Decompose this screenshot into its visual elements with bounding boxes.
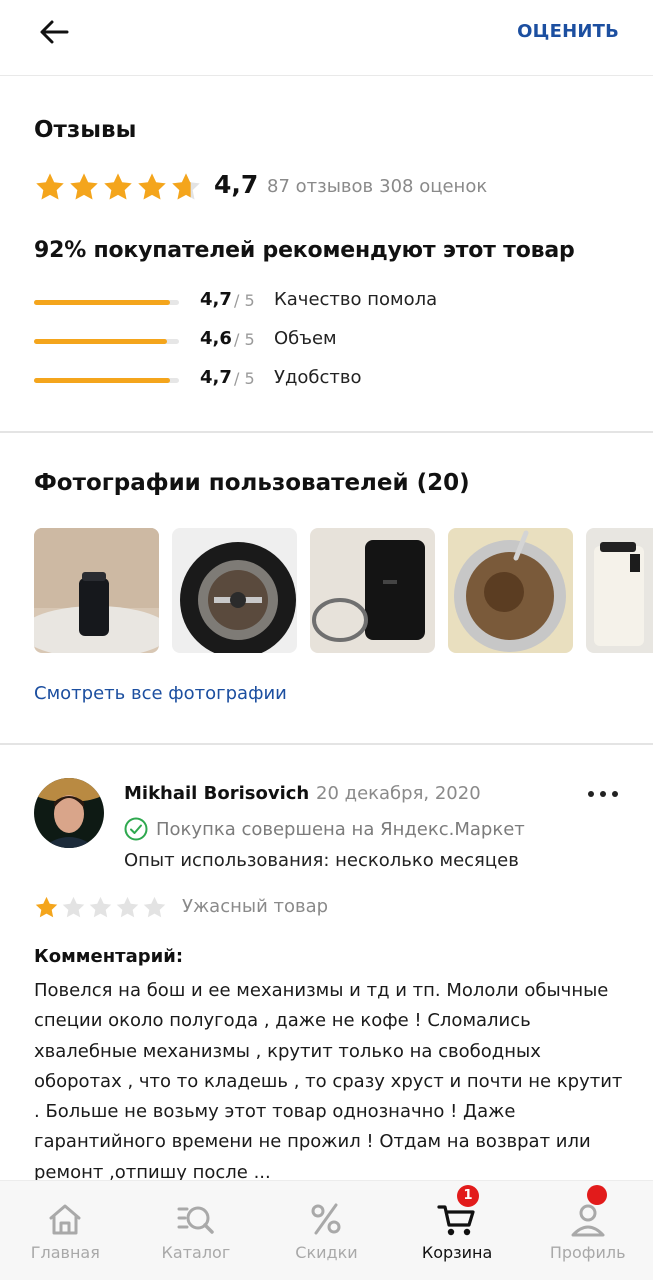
- criterion-bar-fill: [34, 378, 171, 383]
- criterion-max: / 5: [234, 330, 255, 349]
- usage-experience: Опыт использования: несколько месяцев: [124, 850, 519, 871]
- review-stars: [34, 895, 167, 920]
- tab-cart[interactable]: 1 Корзина: [392, 1181, 523, 1280]
- photos-title: Фотографии пользователей (20): [34, 470, 470, 496]
- user-photo[interactable]: [448, 528, 573, 653]
- tab-label: Профиль: [549, 1243, 626, 1262]
- reviews-count[interactable]: 87 отзывов: [267, 176, 373, 197]
- star-empty-icon: [89, 896, 112, 918]
- home-icon: [49, 1204, 81, 1235]
- avatar[interactable]: [34, 778, 104, 848]
- star-full-icon: [138, 173, 166, 200]
- more-dots-icon: [588, 791, 618, 797]
- criterion-bar: [34, 339, 179, 344]
- review-date: 20 декабря, 2020: [316, 783, 481, 804]
- tab-catalog[interactable]: Каталог: [131, 1181, 262, 1280]
- star-full-icon: [36, 173, 64, 200]
- criterion-row: 4,7 / 5 Качество помола: [34, 289, 634, 315]
- catalog-search-icon: [177, 1206, 214, 1234]
- star-partial-icon: [172, 173, 200, 200]
- criterion-label: Качество помола: [274, 289, 438, 310]
- criterion-row: 4,7 / 5 Удобство: [34, 367, 634, 393]
- tab-label: Главная: [30, 1243, 100, 1262]
- see-all-photos-link[interactable]: Смотреть все фотографии: [34, 683, 287, 704]
- criterion-score: 4,7: [200, 289, 232, 310]
- user-photo[interactable]: [586, 528, 653, 653]
- star-full-icon: [70, 173, 98, 200]
- profile-icon: [571, 1204, 605, 1237]
- rating-meta: 87 отзывов 308 оценок: [267, 176, 487, 197]
- star-empty-icon: [116, 896, 139, 918]
- tab-discounts[interactable]: Скидки: [261, 1181, 392, 1280]
- comment-text[interactable]: Повелся на бош и ее механизмы и тд и тп.…: [34, 976, 624, 1188]
- tab-home[interactable]: Главная: [0, 1181, 131, 1280]
- ratings-count: 308 оценок: [379, 176, 488, 197]
- recommend-text: 92% покупателей рекомендуют этот товар: [34, 238, 575, 263]
- verified-purchase: Покупка совершена на Яндекс.Маркет: [124, 817, 525, 841]
- tab-label: Каталог: [161, 1243, 231, 1262]
- criterion-score: 4,7: [200, 367, 232, 388]
- comment-title: Комментарий:: [34, 946, 184, 967]
- more-options-button[interactable]: [585, 782, 621, 806]
- notification-dot: [586, 1185, 607, 1205]
- rating-value: 4,7: [214, 170, 259, 199]
- top-bar: ОЦЕНИТЬ: [0, 0, 653, 76]
- rate-button[interactable]: ОЦЕНИТЬ: [517, 21, 619, 42]
- criterion-bar-fill: [34, 339, 168, 344]
- arrow-left-icon: [40, 20, 69, 44]
- criterion-label: Удобство: [274, 367, 362, 388]
- photo-strip[interactable]: [34, 528, 653, 653]
- tab-label: Скидки: [295, 1243, 358, 1262]
- cart-badge: 1: [457, 1185, 480, 1207]
- star-full-icon: [35, 896, 58, 918]
- criterion-label: Объем: [274, 328, 337, 349]
- star-empty-icon: [62, 896, 85, 918]
- rating-stars: [34, 171, 202, 203]
- bottom-tab-bar: Главная Каталог Скидки 1 Корзина Профиль: [0, 1180, 653, 1280]
- user-photo[interactable]: [172, 528, 297, 653]
- percent-icon: [311, 1203, 341, 1235]
- star-empty-icon: [143, 896, 166, 918]
- criterion-row: 4,6 / 5 Объем: [34, 328, 634, 354]
- verified-text: Покупка совершена на Яндекс.Маркет: [156, 818, 525, 840]
- check-circle-icon: [124, 817, 148, 841]
- criterion-bar: [34, 300, 179, 305]
- user-photo[interactable]: [34, 528, 159, 653]
- review-author[interactable]: Mikhail Borisovich: [124, 783, 309, 804]
- tab-label: Корзина: [421, 1243, 493, 1262]
- back-button[interactable]: [36, 16, 72, 48]
- section-divider: [0, 743, 653, 745]
- criterion-max: / 5: [234, 369, 255, 388]
- section-divider: [0, 431, 653, 433]
- star-full-icon: [104, 173, 132, 200]
- criterion-bar-fill: [34, 300, 171, 305]
- tab-profile[interactable]: Профиль: [522, 1181, 653, 1280]
- criterion-score: 4,6: [200, 328, 232, 349]
- reviews-title: Отзывы: [34, 117, 137, 143]
- user-photo[interactable]: [310, 528, 435, 653]
- criterion-bar: [34, 378, 179, 383]
- criterion-max: / 5: [234, 291, 255, 310]
- review-verdict: Ужасный товар: [182, 896, 329, 917]
